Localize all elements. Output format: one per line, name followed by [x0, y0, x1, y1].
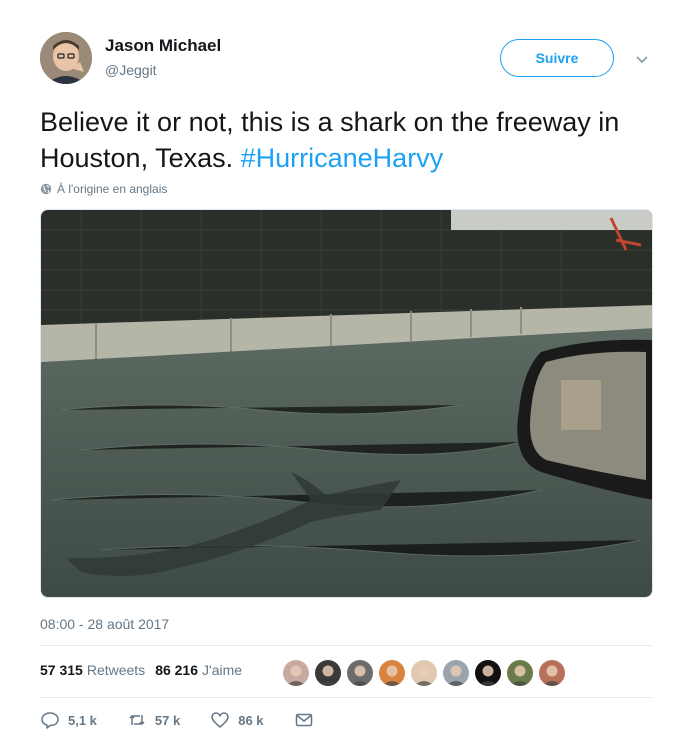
liker-avatar[interactable]: [379, 660, 405, 686]
liker-avatar[interactable]: [347, 660, 373, 686]
retweets-label: Retweets: [86, 662, 146, 678]
heart-icon: [211, 712, 229, 728]
tweet-text: Believe it or not, this is a shark on th…: [40, 104, 660, 176]
retweet-count: 57 k: [154, 712, 181, 728]
translate-label: À l'origine en anglais: [57, 182, 168, 196]
follow-button[interactable]: Suivre: [500, 39, 614, 77]
mail-icon: [295, 713, 312, 727]
translate-info: À l'origine en anglais: [40, 182, 167, 196]
direct-message-button[interactable]: [294, 710, 322, 730]
liker-avatar[interactable]: [507, 660, 533, 686]
liker-avatar[interactable]: [315, 660, 341, 686]
reply-button[interactable]: 5,1 k: [40, 710, 97, 730]
like-count: 86 k: [238, 712, 264, 728]
tweet-actions: 5,1 k 57 k 86 k: [40, 710, 352, 730]
author-display-name[interactable]: Jason Michael: [105, 36, 221, 56]
liker-avatar[interactable]: [539, 660, 565, 686]
tweet-timestamp[interactable]: 08:00 - 28 août 2017: [40, 616, 169, 632]
reply-icon: [41, 712, 59, 729]
liker-avatar[interactable]: [475, 660, 501, 686]
globe-icon: [40, 183, 52, 195]
divider: [40, 697, 653, 698]
tweet-card: Jason Michael @Jeggit Suivre Believe it …: [0, 0, 679, 753]
tweet-photo[interactable]: [40, 209, 653, 598]
chevron-down-icon[interactable]: [633, 50, 651, 68]
retweets-count: 57 315: [40, 662, 83, 678]
liker-avatar[interactable]: [283, 660, 309, 686]
retweets-stat[interactable]: 57 315 Retweets: [40, 662, 145, 678]
author-avatar[interactable]: [40, 32, 92, 84]
like-button[interactable]: 86 k: [210, 710, 264, 730]
likes-label: J'aime: [202, 662, 243, 678]
reply-count: 5,1 k: [68, 712, 97, 728]
liker-avatar[interactable]: [411, 660, 437, 686]
divider: [40, 645, 653, 646]
retweet-icon: [129, 714, 145, 726]
likes-count: 86 216: [155, 662, 199, 678]
hashtag-link[interactable]: #HurricaneHarvy: [241, 143, 444, 173]
author-handle[interactable]: @Jeggit: [105, 62, 157, 78]
retweet-button[interactable]: 57 k: [127, 710, 180, 730]
liker-avatars: [283, 660, 571, 686]
likes-stat[interactable]: 86 216 J'aime: [155, 662, 242, 678]
tweet-stats: 57 315 Retweets 86 216 J'aime: [40, 662, 252, 678]
liker-avatar[interactable]: [443, 660, 469, 686]
